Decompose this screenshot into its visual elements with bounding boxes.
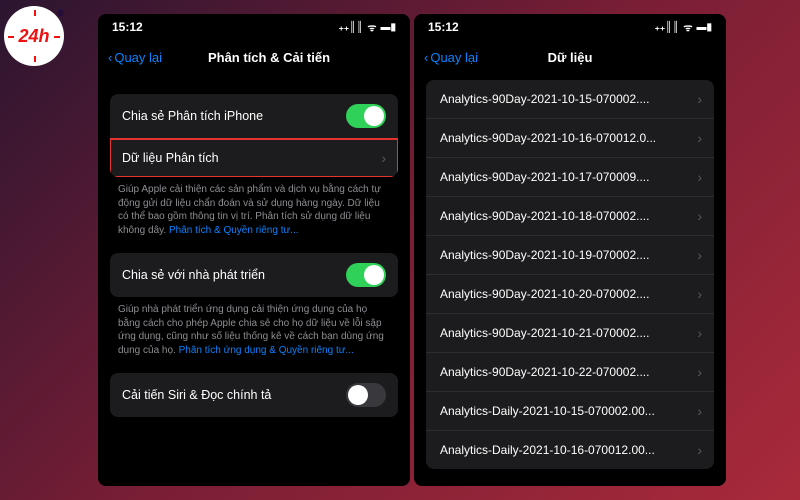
row-label: Dữ liệu Phân tích xyxy=(122,151,219,165)
chevron-right-icon: › xyxy=(697,403,702,419)
list-item[interactable]: Analytics-90Day-2021-10-19-070002....› xyxy=(426,236,714,275)
back-button[interactable]: ‹ Quay lại xyxy=(108,50,162,65)
footer-text-2: Giúp nhà phát triển ứng dụng cải thiện ứ… xyxy=(98,297,410,359)
chevron-right-icon: › xyxy=(697,130,702,146)
wifi-icon: ᯤ xyxy=(683,20,692,34)
toggle-switch[interactable] xyxy=(346,104,386,128)
row-label: Chia sẻ Phân tích iPhone xyxy=(122,109,263,123)
share-with-developer-row[interactable]: Chia sẻ với nhà phát triển xyxy=(110,253,398,297)
footer-text-1: Giúp Apple cải thiện các sản phẩm và dịc… xyxy=(98,177,410,239)
status-bar: 15:12 ₊₊║║ ᯤ ▬▮ xyxy=(414,14,726,40)
list-item[interactable]: Analytics-90Day-2021-10-18-070002....› xyxy=(426,197,714,236)
list-item[interactable]: Analytics-90Day-2021-10-22-070002....› xyxy=(426,353,714,392)
phone-left: 15:12 ₊₊║║ ᯤ ▬▮ ‹ Quay lại Phân tích & C… xyxy=(98,14,410,486)
chevron-right-icon: › xyxy=(697,169,702,185)
chevron-right-icon: › xyxy=(381,150,386,166)
chevron-right-icon: › xyxy=(697,325,702,341)
chevron-right-icon: › xyxy=(697,91,702,107)
back-label: Quay lại xyxy=(430,50,478,65)
row-label: Cải tiến Siri & Đọc chính tả xyxy=(122,388,271,402)
registered-mark: ® xyxy=(57,8,64,18)
status-indicators: ₊₊║║ ᯤ ▬▮ xyxy=(339,20,396,34)
app-privacy-link[interactable]: Phân tích ứng dụng & Quyền riêng tư... xyxy=(179,345,354,356)
list-item[interactable]: Analytics-90Day-2021-10-15-070002....› xyxy=(426,80,714,119)
chevron-left-icon: ‹ xyxy=(424,50,428,65)
brand-logo: 24h ® xyxy=(4,6,64,66)
nav-bar: ‹ Quay lại Dữ liệu xyxy=(414,40,726,74)
analytics-data-row[interactable]: Dữ liệu Phân tích › xyxy=(110,139,398,177)
list-item[interactable]: Analytics-Daily-2021-10-16-070012.00...› xyxy=(426,431,714,469)
back-label: Quay lại xyxy=(114,50,162,65)
status-bar: 15:12 ₊₊║║ ᯤ ▬▮ xyxy=(98,14,410,40)
analytics-file-list: Analytics-90Day-2021-10-15-070002....› A… xyxy=(426,80,714,469)
chevron-left-icon: ‹ xyxy=(108,50,112,65)
chevron-right-icon: › xyxy=(697,286,702,302)
status-time: 15:12 xyxy=(428,20,459,34)
signal-icon: ₊₊║║ xyxy=(339,22,364,33)
battery-icon: ▬▮ xyxy=(380,22,396,33)
list-item[interactable]: Analytics-Daily-2021-10-15-070002.00...› xyxy=(426,392,714,431)
chevron-right-icon: › xyxy=(697,364,702,380)
back-button[interactable]: ‹ Quay lại xyxy=(424,50,478,65)
chevron-right-icon: › xyxy=(697,442,702,458)
logo-text: 24h xyxy=(18,26,49,47)
chevron-right-icon: › xyxy=(697,208,702,224)
status-time: 15:12 xyxy=(112,20,143,34)
privacy-link[interactable]: Phân tích & Quyền riêng tư... xyxy=(169,225,299,236)
list-item[interactable]: Analytics-90Day-2021-10-20-070002....› xyxy=(426,275,714,314)
toggle-switch[interactable] xyxy=(346,263,386,287)
list-item[interactable]: Analytics-90Day-2021-10-21-070002....› xyxy=(426,314,714,353)
toggle-switch[interactable] xyxy=(346,383,386,407)
signal-icon: ₊₊║║ xyxy=(655,22,680,33)
row-label: Chia sẻ với nhà phát triển xyxy=(122,268,265,282)
nav-bar: ‹ Quay lại Phân tích & Cải tiến xyxy=(98,40,410,74)
chevron-right-icon: › xyxy=(697,247,702,263)
share-iphone-analytics-row[interactable]: Chia sẻ Phân tích iPhone xyxy=(110,94,398,139)
phone-right: 15:12 ₊₊║║ ᯤ ▬▮ ‹ Quay lại Dữ liệu Analy… xyxy=(414,14,726,486)
wifi-icon: ᯤ xyxy=(367,20,376,34)
improve-siri-row[interactable]: Cải tiến Siri & Đọc chính tả xyxy=(110,373,398,417)
status-indicators: ₊₊║║ ᯤ ▬▮ xyxy=(655,20,712,34)
battery-icon: ▬▮ xyxy=(696,22,712,33)
list-item[interactable]: Analytics-90Day-2021-10-16-070012.0...› xyxy=(426,119,714,158)
list-item[interactable]: Analytics-90Day-2021-10-17-070009....› xyxy=(426,158,714,197)
